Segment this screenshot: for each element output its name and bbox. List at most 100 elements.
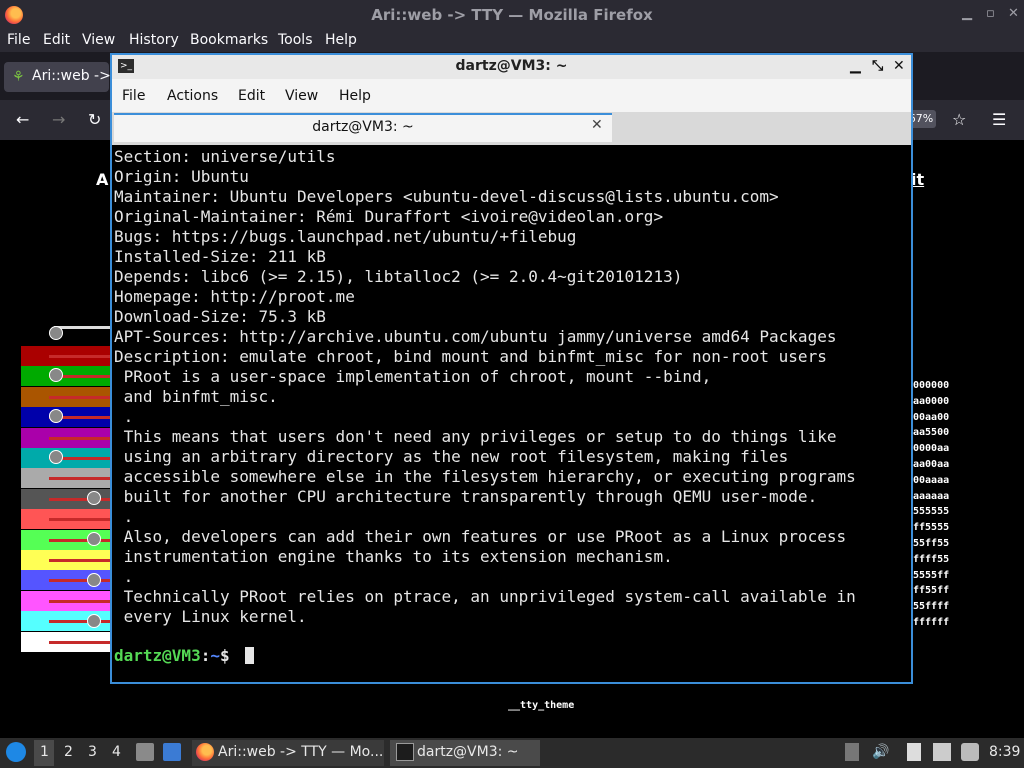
color-swatch[interactable] — [21, 468, 113, 489]
swatch-slider-track — [49, 640, 113, 644]
terminal-line: Installed-Size: 211 kB — [114, 247, 326, 266]
file-manager-icon[interactable] — [136, 743, 154, 761]
color-swatch[interactable] — [21, 366, 113, 387]
menu-tools[interactable]: Tools — [278, 32, 313, 48]
color-swatch[interactable] — [21, 509, 113, 530]
hex-color-label: 555555 — [913, 506, 950, 518]
terminal-line: Original-Maintainer: Rémi Duraffort <ivo… — [114, 207, 664, 226]
swatch-slider-track — [49, 620, 113, 624]
swatch-slider-track — [49, 395, 113, 399]
hex-color-label: aa5500 — [913, 427, 950, 439]
slider-knob[interactable] — [87, 491, 101, 505]
terminal-line: Description: emulate chroot, bind mount … — [114, 347, 827, 366]
workspace-1[interactable]: 1 — [40, 744, 49, 760]
eject-icon[interactable] — [845, 743, 859, 761]
page-heading-left: A — [96, 170, 109, 189]
terminal-line: Bugs: https://bugs.launchpad.net/ubuntu/… — [114, 227, 577, 246]
color-swatch[interactable] — [21, 590, 113, 611]
keyboard-icon[interactable] — [933, 743, 951, 761]
terminal-output[interactable]: Section: universe/utils Origin: Ubuntu Mai… — [114, 147, 909, 627]
slider-knob[interactable] — [49, 368, 63, 382]
swatch-slider-track — [49, 497, 113, 501]
maximize-icon[interactable]: ▫ — [986, 6, 995, 21]
terminal-menu-view[interactable]: View — [285, 88, 318, 104]
volume-icon[interactable]: 🔊 — [872, 744, 889, 760]
terminal-line: . — [114, 407, 134, 426]
color-swatch[interactable] — [21, 550, 113, 570]
start-menu-icon[interactable] — [6, 742, 26, 762]
slider-knob[interactable] — [49, 409, 63, 423]
terminal-close-icon[interactable]: ✕ — [893, 58, 905, 74]
color-swatch[interactable] — [21, 346, 113, 366]
text-cursor — [245, 647, 254, 664]
workspace-4[interactable]: 4 — [112, 744, 121, 760]
reload-icon[interactable]: ↻ — [88, 110, 101, 129]
slider-knob[interactable] — [49, 450, 63, 464]
prompt-path: ~ — [210, 646, 220, 665]
color-swatch[interactable] — [21, 448, 113, 468]
menu-bookmarks[interactable]: Bookmarks — [190, 32, 268, 48]
prompt-user: dartz@VM3 — [114, 646, 201, 665]
terminal-line: Section: universe/utils — [114, 147, 336, 166]
slider-knob[interactable] — [87, 614, 101, 628]
terminal-menubar — [112, 79, 911, 112]
swatch-slider-track — [49, 559, 113, 562]
close-icon[interactable]: ✕ — [1008, 6, 1019, 21]
tty-theme-label: __tty_theme — [508, 700, 575, 711]
menu-help[interactable]: Help — [325, 32, 357, 48]
clock[interactable]: 8:39 — [989, 744, 1020, 760]
terminal-line: Homepage: http://proot.me — [114, 287, 355, 306]
workspace-2[interactable]: 2 — [64, 744, 73, 760]
hex-color-label: 55ff55 — [913, 538, 950, 549]
hex-color-label: ff5555 — [913, 522, 950, 534]
terminal-line: Also, developers can add their own featu… — [114, 527, 847, 546]
swatch-slider-track — [49, 599, 113, 603]
taskbar-task-terminal-label: dartz@VM3: ~ — [417, 744, 519, 760]
color-swatch[interactable] — [21, 407, 113, 428]
menu-edit[interactable]: Edit — [43, 32, 70, 48]
swatch-slider-track — [49, 518, 113, 522]
menu-view[interactable]: View — [82, 32, 115, 48]
terminal-tab-close-icon[interactable]: ✕ — [591, 117, 603, 133]
terminal-menu-edit[interactable]: Edit — [238, 88, 265, 104]
workspace-3[interactable]: 3 — [88, 744, 97, 760]
terminal-minimize-icon[interactable]: ▁ — [850, 58, 861, 74]
terminal-line: and binfmt_misc. — [114, 387, 278, 406]
firefox-window-title: Ari::web -> TTY — Mozilla Firefox — [371, 6, 653, 24]
clipboard-icon[interactable] — [907, 743, 921, 761]
shell-prompt[interactable]: dartz@VM3:~$ — [114, 646, 239, 666]
terminal-menu-actions[interactable]: Actions — [167, 88, 218, 104]
color-swatch[interactable] — [21, 386, 113, 407]
bookmark-star-icon[interactable]: ☆ — [952, 110, 966, 129]
slider-knob[interactable] — [49, 326, 63, 340]
terminal-menu-file[interactable]: File — [122, 88, 145, 104]
prompt-sigil: $ — [219, 646, 240, 665]
swatch-slider-track — [49, 579, 113, 583]
swatch-slider-track — [49, 436, 113, 440]
back-icon[interactable]: ← — [16, 110, 29, 129]
swatch-slider-track — [49, 355, 113, 358]
terminal-line: accessible somewhere else in the filesys… — [114, 467, 856, 486]
menu-file[interactable]: File — [7, 32, 30, 48]
terminal-line: built for another CPU architecture trans… — [114, 487, 818, 506]
color-swatch[interactable] — [21, 631, 113, 652]
terminal-window-title: dartz@VM3: ~ — [455, 58, 568, 74]
terminal-menu-help[interactable]: Help — [339, 88, 371, 104]
hex-color-label: ffffff — [913, 617, 950, 628]
forward-icon[interactable]: → — [52, 110, 65, 129]
color-swatch[interactable] — [21, 427, 113, 448]
prompt-separator: : — [200, 646, 211, 665]
show-desktop-icon[interactable] — [163, 743, 181, 761]
hex-color-label: 00aaaa — [913, 474, 950, 486]
hamburger-menu-icon[interactable]: ☰ — [992, 110, 1006, 129]
menu-history[interactable]: History — [129, 32, 179, 48]
terminal-line: Download-Size: 75.3 kB — [114, 307, 326, 326]
terminal-line: instrumentation engine thanks to its ext… — [114, 547, 673, 566]
slider-knob[interactable] — [87, 532, 101, 546]
taskbar-task-firefox-label: Ari::web -> TTY — Mo... — [218, 744, 384, 760]
slider-knob[interactable] — [87, 573, 101, 587]
notification-icon[interactable] — [961, 743, 979, 761]
hex-color-label: aa00aa — [913, 459, 950, 470]
minimize-icon[interactable]: ▁ — [962, 6, 972, 21]
terminal-maximize-icon[interactable]: ⤡ — [872, 58, 883, 74]
